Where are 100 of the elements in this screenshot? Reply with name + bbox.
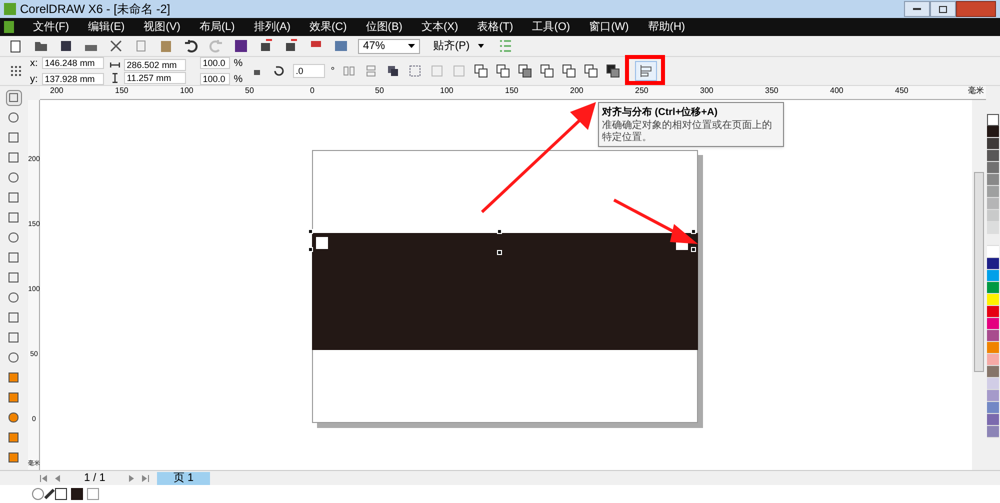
color-swatch[interactable] <box>987 306 999 318</box>
ruler-label: 200 <box>50 86 64 95</box>
ruler-label: 50 <box>375 86 384 95</box>
color-swatch[interactable] <box>987 378 999 390</box>
color-swatch[interactable] <box>987 390 999 402</box>
tooltip-description: 准确确定对象的相对位置或在页面上的特定位置。 <box>602 120 773 144</box>
group-icon[interactable] <box>406 63 423 79</box>
color-swatch[interactable] <box>987 174 999 186</box>
node-marker[interactable] <box>316 237 328 249</box>
outline-swatch <box>87 488 99 500</box>
color-swatch[interactable] <box>987 210 999 222</box>
menu-item[interactable]: 文件(F) <box>33 18 70 36</box>
degree-sign: ° <box>330 64 335 78</box>
ruler-label: 200 <box>570 86 584 95</box>
ruler-unit: 毫米 <box>968 86 984 95</box>
color-swatch[interactable] <box>987 402 999 414</box>
previous-page-icon[interactable] <box>55 474 60 482</box>
y-label: y: <box>30 72 38 86</box>
ruler-label: 350 <box>765 86 778 95</box>
color-swatch[interactable] <box>987 126 999 138</box>
scrollbar-thumb[interactable] <box>974 172 984 372</box>
color-swatch[interactable] <box>987 222 999 234</box>
height-field[interactable]: 11.257 mm <box>124 72 186 84</box>
no-fill-swatch <box>55 488 67 500</box>
selection-handle[interactable] <box>497 229 502 234</box>
ruler-label: 400 <box>830 86 844 95</box>
color-swatch[interactable] <box>987 246 999 258</box>
app-logo-icon <box>4 3 16 15</box>
color-swatch[interactable] <box>987 426 999 438</box>
color-swatch[interactable] <box>987 318 999 330</box>
minimize-button[interactable] <box>904 1 930 17</box>
caret-icon <box>408 44 415 48</box>
scale-y-field[interactable]: 100.0 <box>200 73 230 85</box>
caret-icon <box>478 44 484 48</box>
width-icon[interactable] <box>110 60 120 70</box>
color-swatch[interactable] <box>987 354 999 366</box>
no-color-swatch[interactable] <box>987 114 999 126</box>
menu-item[interactable]: 编辑(E) <box>88 18 125 36</box>
rotation-field[interactable]: .0 <box>292 64 325 78</box>
color-swatch[interactable] <box>987 258 999 270</box>
menu-item[interactable]: 排列(A) <box>254 18 291 36</box>
menu-item[interactable]: 窗口(W) <box>589 18 629 36</box>
height-icon[interactable] <box>110 72 120 82</box>
selection-handle[interactable] <box>691 247 696 252</box>
ruler-label: 150 <box>115 86 128 95</box>
ruler-label: 150 <box>505 86 518 95</box>
doc-logo-icon <box>4 21 14 33</box>
tooltip-title: 对齐与分布 (Ctrl+位移+A) <box>602 105 719 120</box>
color-swatch[interactable] <box>987 414 999 426</box>
selection-handle[interactable] <box>308 229 313 234</box>
menu-item[interactable]: 帮助(H) <box>648 18 686 36</box>
page-tab[interactable]: 页 1 <box>157 472 210 484</box>
width-field[interactable]: 286.502 mm <box>124 58 186 70</box>
color-swatch[interactable] <box>987 150 999 162</box>
color-swatch[interactable] <box>987 282 999 294</box>
ruler-label: 250 <box>635 86 648 95</box>
ruler-label: 0 <box>310 86 314 95</box>
menu-item[interactable]: 表格(T) <box>477 18 514 36</box>
ruler-label: 50 <box>245 86 254 95</box>
menu-item[interactable]: 文本(X) <box>421 18 458 36</box>
menu-item[interactable]: 效果(C) <box>310 18 347 36</box>
y-position-field[interactable]: 137.928 mm <box>42 73 104 85</box>
color-swatch[interactable] <box>987 294 999 306</box>
undo-icon[interactable] <box>183 38 199 54</box>
color-swatch[interactable] <box>987 162 999 174</box>
scale-x-field[interactable]: 100.0 <box>200 57 230 69</box>
x-position-field[interactable]: 146.248 mm <box>42 57 104 69</box>
color-swatch[interactable] <box>987 366 999 378</box>
ruler-label: 450 <box>895 86 908 95</box>
color-swatch[interactable] <box>987 270 999 282</box>
reference-point-icon[interactable] <box>8 63 24 79</box>
color-swatch[interactable] <box>987 342 999 354</box>
align-distribute-icon <box>638 64 653 78</box>
first-page-icon[interactable] <box>40 474 47 482</box>
color-swatch[interactable] <box>987 198 999 210</box>
fill-swatch <box>71 488 83 500</box>
menu-item[interactable]: 位图(B) <box>366 18 402 36</box>
next-page-icon[interactable] <box>129 474 134 482</box>
color-swatch[interactable] <box>987 138 999 150</box>
menu-item[interactable]: 视图(V) <box>144 18 180 36</box>
menu-item[interactable]: 工具(O) <box>532 18 570 36</box>
last-page-icon[interactable] <box>142 474 150 482</box>
ruler-label: 100 <box>180 86 194 95</box>
window-title: CorelDRAW X6 - [未命名 -2] <box>20 1 170 18</box>
selection-handle[interactable] <box>308 247 313 252</box>
selection-handle[interactable] <box>497 250 502 255</box>
scissors-icon[interactable] <box>108 38 124 54</box>
snap-dropdown[interactable]: 贴齐(P) <box>429 38 488 54</box>
ruler-label: 300 <box>700 86 714 95</box>
selection-handle[interactable] <box>691 229 696 234</box>
maximize-button[interactable] <box>930 1 956 17</box>
ruler-label: 100 <box>440 86 454 95</box>
color-swatch[interactable] <box>987 330 999 342</box>
align-distribute-button[interactable] <box>634 61 657 81</box>
percent-sign: % <box>234 56 243 70</box>
color-swatch[interactable] <box>987 186 999 198</box>
menu-item[interactable]: 布局(L) <box>199 18 235 36</box>
percent-sign: % <box>234 72 243 86</box>
page-count: 1 / 1 <box>84 470 106 486</box>
zoom-dropdown[interactable]: 47% <box>358 38 420 54</box>
